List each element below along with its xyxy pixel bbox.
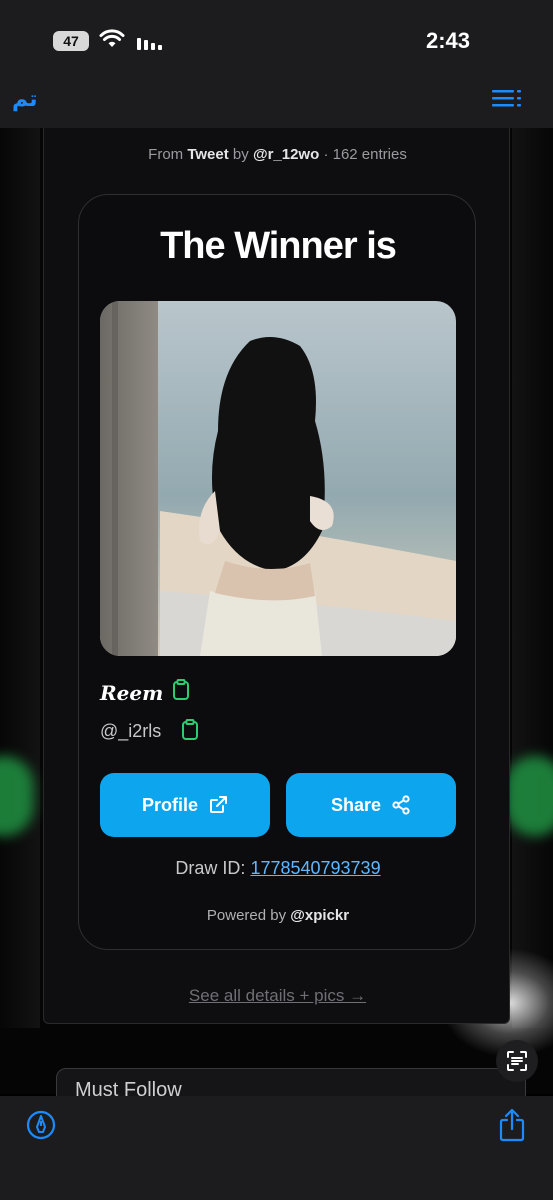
share-icon[interactable] — [498, 1108, 526, 1142]
share-label: Share — [330, 794, 382, 815]
battery-indicator: 47 — [53, 31, 89, 51]
source-prefix: From — [148, 146, 184, 163]
profile-button[interactable]: Profile — [100, 773, 270, 837]
draw-id-link[interactable]: 1778540793739 — [250, 858, 380, 878]
text-scan-icon — [507, 1051, 527, 1071]
card-title: The Winner is — [160, 225, 397, 267]
clock: 2:43 — [425, 28, 471, 53]
wifi-icon — [99, 29, 125, 47]
entries-count: · 162 entries — [323, 146, 407, 163]
status-bar: 47 2:43 — [0, 0, 553, 82]
share-button[interactable]: Share — [286, 773, 456, 837]
draw-id-label: Draw ID: — [175, 858, 246, 878]
green-glow-right — [505, 756, 553, 836]
copy-handle-icon[interactable] — [181, 719, 199, 741]
profile-label: Profile — [141, 794, 198, 815]
share-nodes-icon — [392, 795, 410, 815]
live-text-button[interactable] — [496, 1040, 538, 1082]
external-link-icon — [210, 796, 227, 813]
source-line: From Tweet by @r_12wo · 162 entries — [44, 146, 511, 163]
winner-photo — [100, 301, 456, 656]
bottom-toolbar — [0, 1096, 553, 1200]
done-button[interactable]: تم — [12, 86, 38, 112]
source-platform: Tweet — [187, 146, 229, 163]
powered-prefix: Powered by — [206, 907, 287, 924]
powered-by-line: Powered by @xpickr — [79, 907, 477, 924]
source-author[interactable]: @r_12wo — [253, 146, 319, 163]
list-menu-icon[interactable] — [492, 88, 522, 112]
copy-name-icon[interactable] — [172, 679, 190, 701]
winner-sheet: From Tweet by @r_12wo · 162 entries The … — [43, 128, 510, 1024]
winner-handle: @_i2rls — [100, 721, 162, 741]
markup-pen-icon[interactable] — [26, 1110, 56, 1140]
navigation-bar: تم — [0, 82, 553, 128]
powered-brand-link[interactable]: @xpickr — [290, 907, 349, 924]
cellular-signal-icon — [137, 38, 162, 50]
source-by: by — [232, 146, 249, 163]
winner-name: Reem — [100, 681, 164, 705]
draw-id-line: Draw ID: 1778540793739 — [79, 858, 477, 879]
backdrop-right-panel — [512, 128, 553, 1028]
winner-card: The Winner is Reem @_i2rls Profile Share… — [78, 194, 476, 950]
backdrop-left-panel — [0, 128, 40, 1028]
see-details-link[interactable]: See all details + pics → — [44, 986, 511, 1006]
